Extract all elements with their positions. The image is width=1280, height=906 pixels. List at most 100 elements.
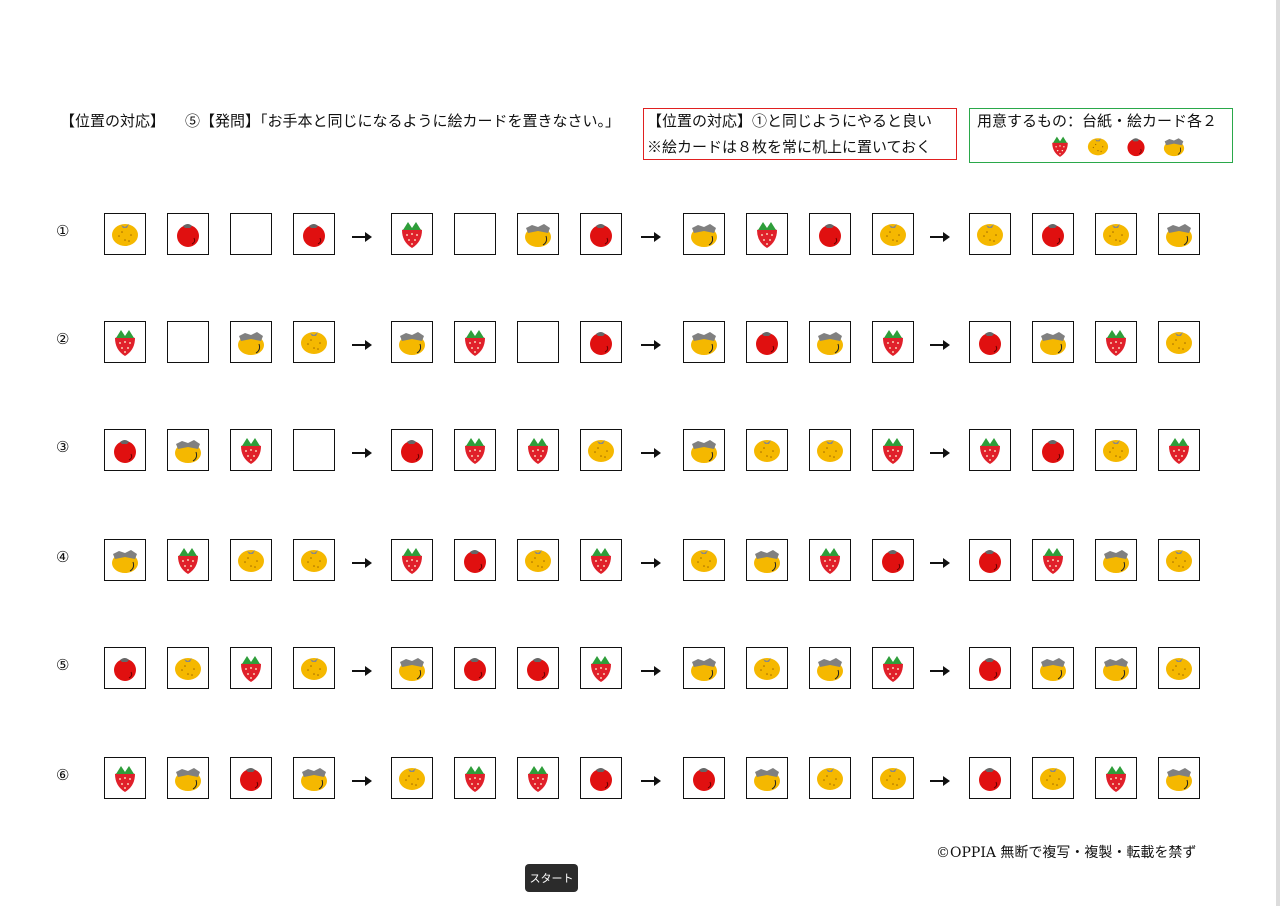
orange-card	[809, 757, 851, 799]
arrow-right-icon	[640, 228, 662, 242]
apple-card	[683, 757, 725, 799]
apple-icon	[749, 324, 785, 360]
persimmon-card	[1032, 321, 1074, 363]
persimmon-card	[683, 647, 725, 689]
persimmon-card	[104, 539, 146, 581]
orange-card	[683, 539, 725, 581]
strawberry-card	[167, 539, 209, 581]
apple-icon	[972, 760, 1008, 796]
orange-card	[517, 539, 559, 581]
apple-icon	[812, 216, 848, 252]
persimmon-card	[809, 647, 851, 689]
apple-icon	[296, 216, 332, 252]
persimmon-card	[683, 429, 725, 471]
strawberry-card	[1095, 321, 1137, 363]
strawberry-icon	[233, 432, 269, 468]
strawberry-card	[746, 213, 788, 255]
hint-line-2: ※絵カードは８枚を常に机上に置いておく	[647, 138, 932, 156]
apple-icon	[233, 760, 269, 796]
persimmon-card	[293, 757, 335, 799]
apple-card	[1032, 213, 1074, 255]
section-title: 【位置の対応】	[60, 112, 166, 130]
strawberry-icon	[233, 650, 269, 686]
orange-card	[1158, 539, 1200, 581]
persimmon-icon	[812, 650, 848, 686]
persimmon-icon	[107, 542, 143, 578]
orange-icon	[1161, 324, 1197, 360]
orange-icon	[296, 650, 332, 686]
apple-card	[969, 757, 1011, 799]
strawberry-card	[1158, 429, 1200, 471]
apple-icon	[1122, 132, 1150, 160]
orange-card	[1158, 647, 1200, 689]
strawberry-icon	[812, 542, 848, 578]
strawberry-icon	[875, 324, 911, 360]
apple-card	[517, 647, 559, 689]
arrow-right-icon	[929, 444, 951, 458]
persimmon-card	[391, 321, 433, 363]
empty-card	[454, 213, 496, 255]
strawberry-card	[872, 321, 914, 363]
strawberry-card	[872, 429, 914, 471]
apple-icon	[520, 650, 556, 686]
orange-card	[872, 213, 914, 255]
strawberry-card	[391, 213, 433, 255]
orange-card	[580, 429, 622, 471]
arrow-right-icon	[929, 554, 951, 568]
empty-card	[293, 429, 335, 471]
apple-icon	[583, 216, 619, 252]
persimmon-icon	[686, 650, 722, 686]
orange-icon	[107, 216, 143, 252]
persimmon-icon	[520, 216, 556, 252]
arrow-right-icon	[640, 662, 662, 676]
orange-card	[1095, 429, 1137, 471]
arrow-right-icon	[640, 554, 662, 568]
orange-card	[746, 429, 788, 471]
row-label: ①	[56, 222, 70, 240]
arrow-right-icon	[351, 336, 373, 350]
persimmon-icon	[394, 650, 430, 686]
apple-icon	[170, 216, 206, 252]
persimmon-icon	[1161, 216, 1197, 252]
persimmon-card	[683, 213, 725, 255]
strawberry-icon	[749, 216, 785, 252]
apple-icon	[972, 324, 1008, 360]
apple-icon	[107, 650, 143, 686]
persimmon-icon	[170, 432, 206, 468]
orange-icon	[1098, 432, 1134, 468]
start-button[interactable]: スタート	[525, 864, 578, 892]
orange-card	[293, 647, 335, 689]
orange-icon	[1035, 760, 1071, 796]
strawberry-card	[580, 539, 622, 581]
strawberry-card	[454, 429, 496, 471]
orange-card	[167, 647, 209, 689]
strawberry-icon	[875, 432, 911, 468]
orange-card	[293, 539, 335, 581]
strawberry-card	[454, 321, 496, 363]
apple-icon	[1035, 216, 1071, 252]
orange-icon	[170, 650, 206, 686]
materials-text: 用意するもの：台紙・絵カード各２	[977, 112, 1218, 130]
apple-icon	[457, 542, 493, 578]
apple-card	[746, 321, 788, 363]
persimmon-icon	[1035, 324, 1071, 360]
row-label: ②	[56, 330, 70, 348]
orange-card	[809, 429, 851, 471]
strawberry-card	[104, 321, 146, 363]
apple-icon	[972, 650, 1008, 686]
strawberry-icon	[1035, 542, 1071, 578]
persimmon-icon	[686, 216, 722, 252]
apple-icon	[583, 324, 619, 360]
arrow-right-icon	[929, 336, 951, 350]
persimmon-icon	[1035, 650, 1071, 686]
strawberry-icon	[1098, 760, 1134, 796]
apple-card	[809, 213, 851, 255]
row-label: ④	[56, 548, 70, 566]
orange-icon	[749, 432, 785, 468]
apple-card	[969, 321, 1011, 363]
strawberry-card	[517, 429, 559, 471]
apple-icon	[107, 432, 143, 468]
scrollbar[interactable]	[1276, 0, 1280, 906]
persimmon-icon	[1161, 760, 1197, 796]
apple-icon	[1035, 432, 1071, 468]
